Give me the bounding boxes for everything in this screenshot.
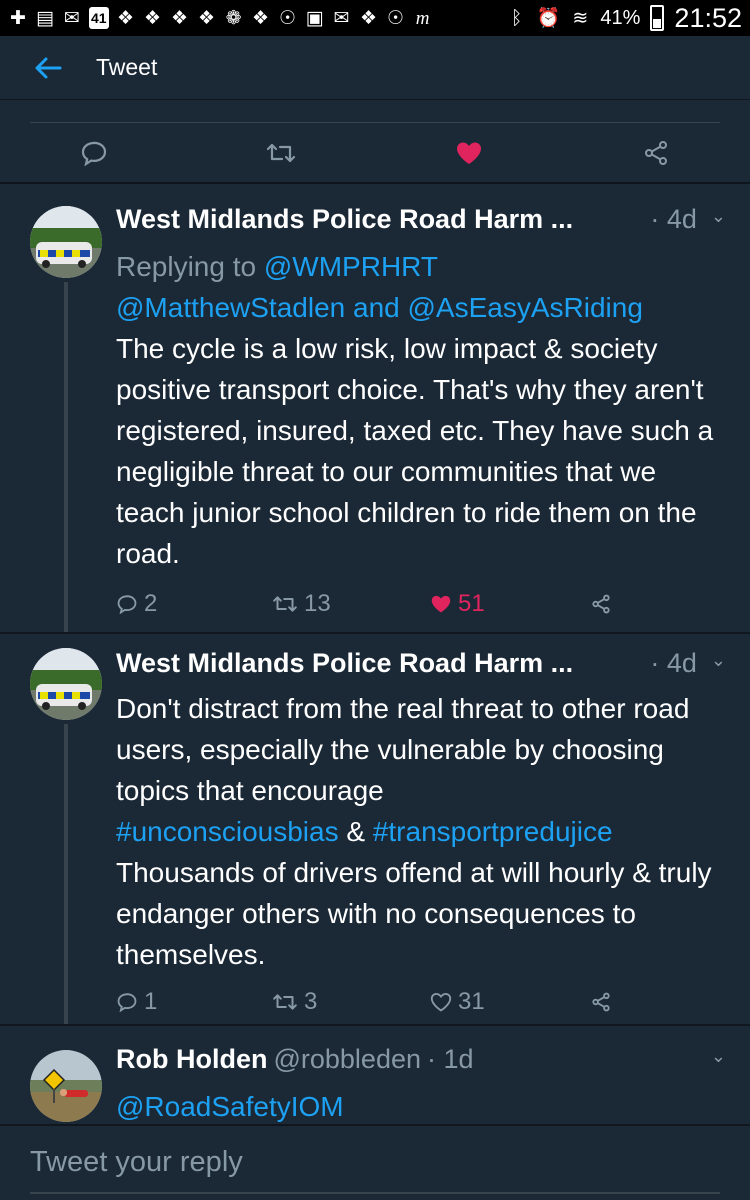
status-bar: ✚ ▤ ✉ 41 ❖ ❖ ❖ ❖ ❁ ❖ ☉ ▣ ✉ ❖ ☉ m ᛒ ⏰ ≋ 4…: [0, 0, 750, 36]
tweet-header: West Midlands Police Road Harm ... · 4d …: [116, 204, 726, 235]
tweet-text: @RoadSafetyIOM: [116, 1086, 726, 1124]
twitter-icon: ❖: [117, 7, 135, 29]
gmail-icon: ✉: [333, 7, 350, 29]
author-name[interactable]: West Midlands Police Road Harm ...: [116, 648, 573, 679]
thread-line: [64, 724, 68, 1024]
reply-button[interactable]: 2: [116, 590, 157, 618]
tweet-text: Replying to @WMPRHRT @MatthewStadlen and…: [116, 246, 726, 574]
twitter-icon: ❖: [252, 7, 270, 29]
share-icon[interactable]: [632, 129, 680, 177]
reply-icon: [117, 595, 137, 614]
chevron-down-icon[interactable]: ⌄: [711, 650, 726, 671]
tweet-body-text: Thousands of drivers offend at will hour…: [116, 857, 712, 970]
reply-button[interactable]: 1: [116, 988, 157, 1016]
reply-icon: [117, 993, 137, 1012]
author-name[interactable]: Rob Holden: [116, 1044, 267, 1075]
like-button[interactable]: 31: [430, 988, 485, 1016]
mail-icon: ✉: [64, 7, 80, 29]
author-name[interactable]: West Midlands Police Road Harm ...: [116, 204, 573, 235]
share-icon: [592, 992, 610, 1012]
retweet-count: 3: [304, 988, 318, 1015]
like-count: 31: [458, 988, 485, 1015]
share-button[interactable]: [590, 992, 612, 1012]
tweet-body-text: The cycle is a low risk, low impact & so…: [116, 333, 714, 569]
tweet-time: · 4d: [650, 204, 697, 234]
gallery-icon: ▣: [305, 7, 324, 29]
twitter-icon: ❖: [171, 7, 189, 29]
tweet-body-text: Don't distract from the real threat to o…: [116, 693, 690, 806]
tweet-actions: 1 3 31: [116, 982, 636, 1022]
retweet-button[interactable]: 13: [272, 590, 331, 618]
hashtag-link[interactable]: #transportpredujice: [373, 816, 613, 847]
tweet-actions: 2 13 51: [116, 584, 636, 624]
like-count: 51: [458, 590, 485, 617]
bluetooth-icon: ᛒ: [511, 7, 523, 29]
notification-count-badge: 41: [89, 7, 109, 29]
reply-composer: Tweet your reply: [0, 1124, 750, 1200]
author-handle[interactable]: @robbleden: [273, 1044, 421, 1075]
mention-link[interactable]: @AsEasyAsRiding: [408, 292, 643, 323]
page-title: Tweet: [96, 54, 158, 80]
reply-input[interactable]: Tweet your reply: [30, 1146, 720, 1179]
battery-percent: 41%: [600, 6, 641, 29]
retweet-button[interactable]: 3: [272, 988, 317, 1016]
chevron-down-icon[interactable]: ⌄: [711, 1046, 726, 1067]
twitter-icon: ❖: [198, 7, 216, 29]
heart-filled-icon: [431, 595, 451, 613]
retweet-icon: [273, 994, 297, 1010]
tweet-3[interactable]: Rob Holden @robbleden · 1d ⌄ @RoadSafety…: [0, 1026, 750, 1124]
reply-input-underline: [30, 1192, 720, 1194]
twitter-icon: ❖: [360, 7, 378, 29]
back-arrow-icon[interactable]: [24, 44, 72, 92]
heart-outline-icon: [430, 992, 452, 1012]
add-icon: ✚: [10, 7, 26, 29]
twitter-icon: ❖: [144, 7, 162, 29]
replying-to-line: Replying to @WMPRHRT: [116, 246, 726, 287]
clock: 21:52: [674, 2, 742, 33]
notes-icon: ▤: [36, 7, 54, 29]
avatar[interactable]: [30, 648, 102, 720]
main-tweet-actions: [0, 124, 750, 184]
flower-icon: ❁: [225, 7, 242, 29]
like-button[interactable]: 51: [430, 590, 485, 618]
hashtags-line: #unconsciousbias & #transportpredujice: [116, 811, 726, 852]
alarm-icon: ⏰: [536, 7, 561, 29]
tweet-2[interactable]: West Midlands Police Road Harm ... · 4d …: [0, 634, 750, 1024]
podcast-icon: ☉: [279, 7, 297, 29]
tweet-time: · 4d: [650, 648, 697, 678]
like-icon-filled[interactable]: [445, 129, 493, 177]
share-button[interactable]: [590, 594, 612, 614]
retweet-icon[interactable]: [257, 129, 305, 177]
tweet-header: West Midlands Police Road Harm ... · 4d …: [116, 648, 726, 679]
mention-link[interactable]: @RoadSafetyIOM: [116, 1091, 344, 1122]
wifi-icon: ≋: [572, 7, 589, 29]
tweet-text: Don't distract from the real threat to o…: [116, 688, 726, 975]
battery-icon: [650, 5, 665, 31]
podcast-icon: ☉: [387, 7, 405, 29]
mention-link[interactable]: @WMPRHRT: [264, 251, 438, 282]
share-icon: [592, 594, 610, 614]
mention-link[interactable]: @MatthewStadlen: [116, 292, 345, 323]
divider: [30, 122, 720, 123]
retweet-icon: [273, 596, 297, 612]
hashtag-link[interactable]: #unconsciousbias: [116, 816, 339, 847]
avatar[interactable]: [30, 1050, 102, 1122]
mentions-line: @MatthewStadlen and @AsEasyAsRiding: [116, 287, 726, 328]
chevron-down-icon[interactable]: ⌄: [711, 206, 726, 227]
retweet-count: 13: [304, 590, 331, 617]
hashtag-amp: &: [338, 816, 373, 847]
tweet-1[interactable]: West Midlands Police Road Harm ... · 4d …: [0, 186, 750, 632]
tweet-time: · 1d: [427, 1044, 474, 1074]
replying-to-label: Replying to: [116, 251, 264, 282]
tweet-header: Rob Holden @robbleden · 1d ⌄: [116, 1044, 726, 1075]
thread-line: [64, 282, 68, 632]
avatar[interactable]: [30, 206, 102, 278]
reply-icon[interactable]: [70, 129, 118, 177]
m-icon: m: [415, 7, 430, 29]
reply-count: 1: [144, 988, 158, 1015]
mention-and: and: [345, 292, 408, 323]
top-app-bar: Tweet: [0, 36, 750, 100]
reply-count: 2: [144, 590, 158, 617]
